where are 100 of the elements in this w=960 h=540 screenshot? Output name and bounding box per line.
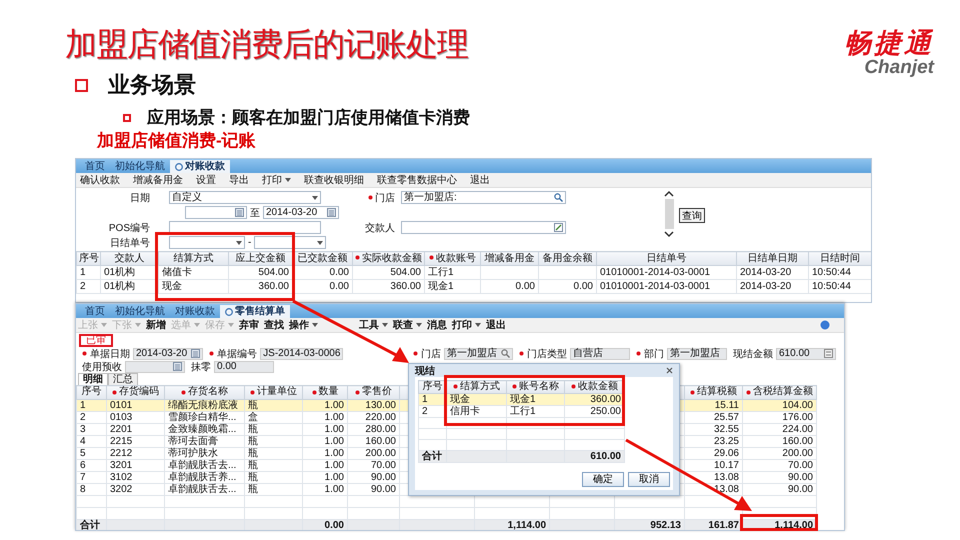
toolbar-button[interactable]: 操作 (289, 318, 318, 332)
query-button[interactable]: 查询 (679, 208, 705, 223)
table-cell: 瓶 (248, 448, 258, 458)
help-icon[interactable] (820, 320, 830, 330)
table-cell: 224.00 (782, 424, 813, 434)
column-header: 收款账号 (424, 252, 480, 266)
scroll-thumb[interactable] (664, 199, 674, 229)
table-cell: 160.00 (782, 436, 813, 446)
calendar-icon[interactable] (235, 208, 244, 217)
table-cell: 1 (80, 400, 86, 410)
caret-icon (285, 178, 291, 182)
field-label: POS编号 (108, 222, 150, 234)
toolbar-button[interactable]: 确认收款 (80, 174, 120, 186)
toolbar-button[interactable]: 查找 (264, 318, 284, 332)
required-icon (413, 351, 418, 356)
dialog-button[interactable]: 确定 (582, 472, 624, 487)
form-field[interactable]: 第一加盟店 (667, 348, 727, 360)
logo-text: Chanjet (864, 58, 934, 78)
tab[interactable]: 首页 (80, 305, 110, 318)
table-cell: 504.00 (258, 266, 289, 278)
toolbar-button[interactable]: 工具 (359, 318, 388, 332)
close-icon[interactable] (666, 367, 673, 374)
form-field[interactable]: 610.00 (776, 348, 836, 360)
calendar-icon[interactable] (173, 362, 182, 371)
field-label: 抹零 (191, 360, 211, 374)
scroll-up-icon[interactable] (664, 190, 674, 197)
table-cell: 8 (80, 484, 86, 494)
table-cell: 0103 (110, 412, 132, 422)
form-field[interactable] (125, 360, 185, 372)
bullet-icon (75, 78, 88, 92)
range-separator: - (247, 237, 252, 248)
date-mode-select[interactable]: 自定义 (169, 191, 321, 204)
column-header: 存货名称 (181, 386, 228, 398)
toolbar-button[interactable]: 消息 (427, 318, 447, 332)
scroll-down-icon[interactable] (664, 231, 674, 238)
table-cell: 1.00 (324, 436, 344, 446)
toolbar-button[interactable]: 联查收银明细 (304, 174, 364, 186)
store-field[interactable]: 第一加盟店: (401, 191, 566, 204)
toolbar-button[interactable]: 弃审 (239, 318, 259, 332)
field-label: 单据日期 (90, 348, 130, 360)
tab[interactable]: 对账收款 (170, 305, 220, 318)
toolbar-button[interactable]: 退出 (486, 318, 506, 332)
toolbar-button[interactable]: 增减备用金 (133, 174, 183, 186)
dialog-button[interactable]: 取消 (628, 472, 670, 487)
search-icon[interactable] (501, 349, 510, 358)
calendar-icon[interactable] (327, 208, 336, 217)
caret-icon (101, 323, 107, 327)
required-icon (571, 384, 576, 389)
caret-icon (416, 323, 422, 327)
required-icon (112, 390, 117, 394)
toolbar-button[interactable]: 打印 (452, 318, 481, 332)
toolbar-button[interactable]: 设置 (196, 174, 216, 186)
tab[interactable]: 首页 (80, 160, 110, 173)
tab[interactable]: 初始化导航 (110, 160, 170, 173)
close-icon[interactable] (225, 308, 233, 316)
table-cell: 1.00 (324, 424, 344, 434)
section-heading: 加盟店储值消费-记账 (97, 132, 257, 150)
table-cell: 3102 (110, 472, 132, 482)
table-cell: 360.00 (258, 280, 289, 292)
field-label: 部门 (644, 348, 664, 360)
toolbar-button[interactable]: 新增 (146, 318, 166, 332)
daily-number-from-select[interactable] (169, 236, 245, 249)
date-from-field[interactable] (185, 206, 247, 219)
table-cell: 瓶 (248, 436, 258, 446)
total-cell: 952.13 (650, 520, 681, 530)
calendar-icon[interactable] (191, 349, 200, 358)
tab[interactable]: 明细 (78, 373, 108, 385)
column-header: 实际收款金额 (352, 252, 424, 266)
tab[interactable]: 零售结算单 (220, 305, 290, 318)
table-cell: 3201 (110, 460, 132, 470)
tab[interactable]: 初始化导航 (110, 305, 170, 318)
table-cell: 504.00 (390, 266, 421, 278)
form-field[interactable]: JS-2014-03-0006 (260, 348, 344, 360)
date-to-field[interactable]: 2014-03-20 (263, 206, 339, 219)
daily-number-to-select[interactable] (254, 236, 326, 249)
toolbar-button[interactable]: 退出 (470, 174, 490, 186)
payer-field[interactable] (401, 221, 566, 234)
toolbar-button[interactable]: 导出 (229, 174, 249, 186)
tab[interactable]: 对账收款 (170, 160, 230, 173)
form-field[interactable]: 第一加盟店 (444, 348, 513, 360)
search-icon[interactable] (554, 193, 563, 202)
form-field[interactable]: 自营店 (570, 348, 630, 360)
edit-icon[interactable] (554, 223, 563, 232)
table-cell: 29.06 (714, 448, 739, 458)
form-field[interactable]: 2014-03-20 (133, 348, 204, 360)
form-field[interactable]: 0.00 (214, 360, 274, 372)
table-cell: 25.57 (714, 412, 739, 422)
toolbar-button[interactable]: 联查零售数据中心 (377, 174, 457, 186)
bullet-icon (123, 114, 131, 122)
toolbar-button[interactable]: 联查 (393, 318, 422, 332)
table-cell: 15.11 (714, 400, 739, 410)
toolbar-button[interactable]: 打印 (262, 174, 291, 186)
calculator-icon[interactable] (824, 349, 833, 358)
table-cell: 70.00 (788, 460, 813, 470)
field-label: 单据编号 (217, 348, 258, 360)
table-cell: 3202 (110, 484, 132, 494)
table-cell: 0101 (110, 400, 132, 410)
table-cell: 1.00 (324, 484, 344, 494)
close-icon[interactable] (175, 162, 183, 170)
tab[interactable]: 汇总 (108, 373, 138, 385)
